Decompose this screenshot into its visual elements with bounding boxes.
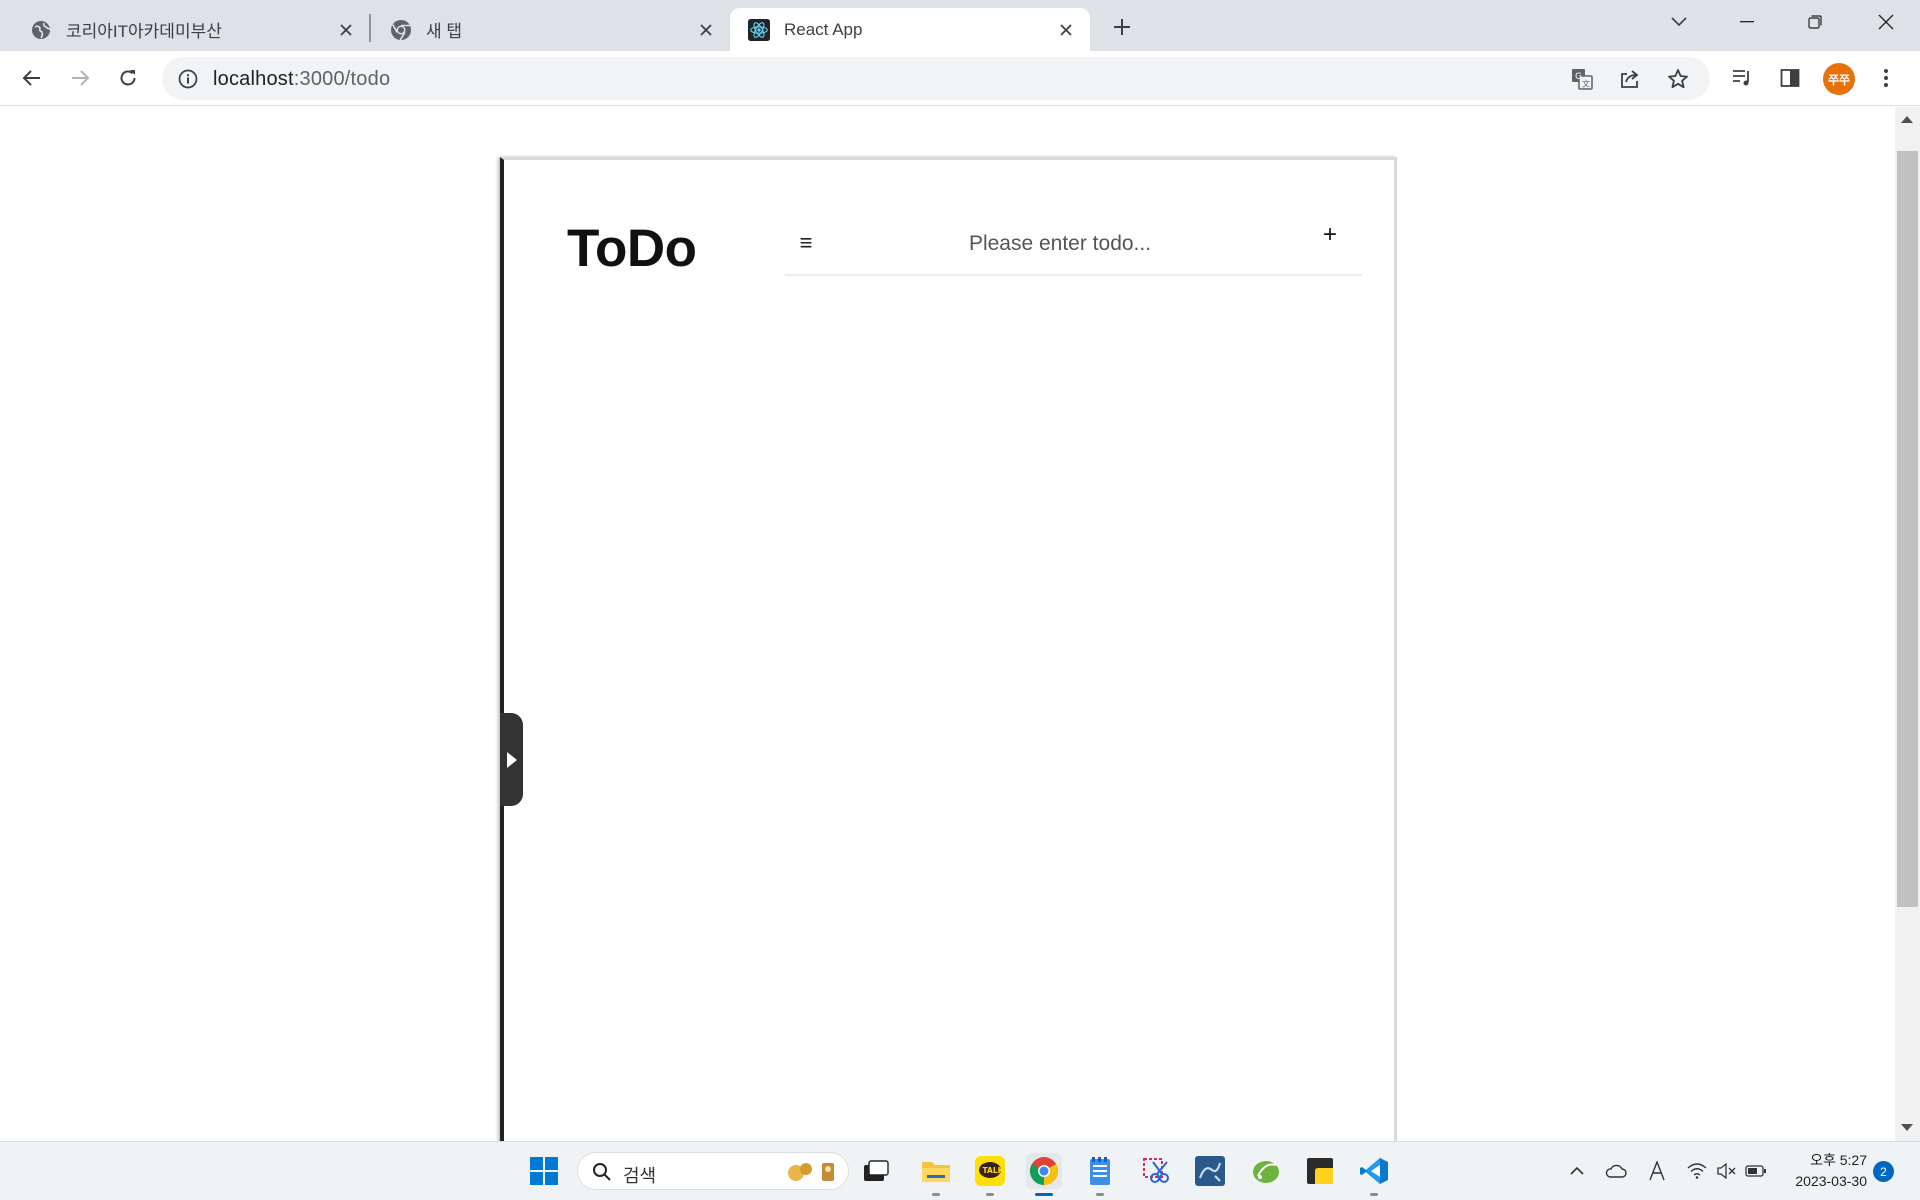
running-indicator bbox=[986, 1193, 994, 1196]
snipping-tool-icon[interactable] bbox=[1138, 1153, 1174, 1189]
forward-icon[interactable] bbox=[62, 60, 98, 96]
notification-badge[interactable]: 2 bbox=[1873, 1161, 1894, 1182]
volume-muted-icon[interactable] bbox=[1714, 1159, 1738, 1183]
running-indicator bbox=[1096, 1193, 1104, 1196]
spring-tools-icon[interactable] bbox=[1248, 1153, 1284, 1189]
windows-taskbar: 검색 TALK 오후 5:27 2023-03-30 2 bbox=[0, 1141, 1920, 1200]
wifi-icon[interactable] bbox=[1685, 1159, 1709, 1183]
bookmark-star-icon[interactable] bbox=[1660, 61, 1696, 97]
search-highlight-icon bbox=[788, 1163, 834, 1181]
scrollbar-thumb[interactable] bbox=[1897, 151, 1918, 907]
share-icon[interactable] bbox=[1612, 61, 1648, 97]
tab-new[interactable]: 새 탭 bbox=[360, 8, 730, 51]
scroll-down-icon[interactable] bbox=[1901, 1124, 1913, 1131]
clock-time: 오후 5:27 bbox=[1810, 1152, 1867, 1168]
profile-avatar[interactable]: 쭈쭈 bbox=[1823, 63, 1855, 95]
vertical-scrollbar[interactable] bbox=[1895, 107, 1920, 1141]
play-arrow-icon bbox=[506, 751, 517, 768]
running-indicator bbox=[932, 1193, 940, 1196]
search-icon bbox=[593, 1163, 611, 1181]
back-icon[interactable] bbox=[14, 60, 50, 96]
more-menu-icon[interactable] bbox=[1868, 60, 1904, 96]
minimize-icon[interactable] bbox=[1713, 0, 1781, 44]
drawer-toggle-button[interactable] bbox=[500, 713, 523, 806]
show-hidden-icons-icon[interactable] bbox=[1565, 1159, 1589, 1183]
close-tab-icon[interactable] bbox=[332, 16, 360, 44]
taskbar-search[interactable]: 검색 bbox=[577, 1152, 849, 1190]
notepad-icon[interactable] bbox=[1082, 1153, 1118, 1196]
svg-text:G: G bbox=[1575, 72, 1582, 82]
tab-search-icon[interactable] bbox=[1645, 0, 1713, 44]
close-tab-icon[interactable] bbox=[692, 16, 720, 44]
todo-input[interactable] bbox=[885, 226, 1235, 262]
site-info-icon[interactable] bbox=[176, 67, 200, 91]
task-view-icon[interactable] bbox=[858, 1153, 894, 1189]
chrome-taskbar-icon[interactable] bbox=[1026, 1153, 1062, 1196]
tab-react-app[interactable]: React App bbox=[730, 8, 1090, 51]
close-window-icon[interactable] bbox=[1852, 0, 1920, 44]
tab-title: 새 탭 bbox=[426, 22, 463, 41]
chrome-icon bbox=[390, 19, 412, 41]
battery-icon[interactable] bbox=[1744, 1159, 1768, 1183]
globe-icon bbox=[30, 19, 52, 41]
svg-text:文: 文 bbox=[1582, 79, 1590, 89]
restore-icon[interactable] bbox=[1781, 0, 1849, 44]
vscode-icon[interactable] bbox=[1356, 1153, 1392, 1196]
running-indicator bbox=[1370, 1193, 1378, 1196]
react-icon bbox=[748, 18, 770, 41]
close-tab-icon[interactable] bbox=[1052, 16, 1080, 44]
tab-title: 코리아IT아카데미부산 bbox=[66, 22, 222, 41]
menu-icon[interactable]: ≡ bbox=[793, 230, 819, 256]
translate-icon[interactable]: G文 bbox=[1564, 61, 1600, 97]
app-title: ToDo bbox=[567, 219, 697, 278]
file-explorer-icon[interactable] bbox=[918, 1153, 954, 1196]
svg-text:TALK: TALK bbox=[983, 1166, 1005, 1175]
tab-koreait[interactable]: 코리아IT아카데미부산 bbox=[0, 8, 370, 51]
taskbar-clock[interactable]: 오후 5:27 2023-03-30 bbox=[1777, 1150, 1867, 1192]
browser-toolbar: localhost:3000/todo G文 쭈쭈 bbox=[0, 51, 1920, 106]
tab-strip: 코리아IT아카데미부산 새 탭 React App bbox=[0, 0, 1920, 51]
url-text[interactable]: localhost:3000/todo bbox=[213, 68, 390, 91]
address-bar[interactable]: localhost:3000/todo G文 bbox=[162, 57, 1710, 100]
media-control-icon[interactable] bbox=[1724, 60, 1760, 96]
clock-date: 2023-03-30 bbox=[1795, 1173, 1867, 1189]
todo-form: ≡ + bbox=[785, 216, 1362, 276]
side-panel-icon[interactable] bbox=[1772, 60, 1808, 96]
todo-card: ToDo ≡ + bbox=[500, 157, 1397, 1141]
scroll-up-icon[interactable] bbox=[1901, 116, 1913, 123]
onedrive-cloud-icon[interactable] bbox=[1604, 1159, 1628, 1183]
running-indicator bbox=[1035, 1193, 1053, 1196]
sticky-notes-icon[interactable] bbox=[1302, 1153, 1338, 1189]
new-tab-button[interactable] bbox=[1105, 10, 1139, 44]
tab-title: React App bbox=[784, 19, 863, 39]
sql-server-icon[interactable] bbox=[1192, 1153, 1228, 1189]
start-windows-icon[interactable] bbox=[526, 1153, 562, 1189]
search-label: 검색 bbox=[623, 1166, 657, 1186]
kakaotalk-icon[interactable]: TALK bbox=[972, 1153, 1008, 1196]
page-viewport: ToDo ≡ + bbox=[0, 107, 1895, 1141]
reload-icon[interactable] bbox=[110, 60, 146, 96]
add-todo-button[interactable]: + bbox=[1315, 220, 1345, 250]
input-method-icon[interactable] bbox=[1645, 1159, 1669, 1183]
